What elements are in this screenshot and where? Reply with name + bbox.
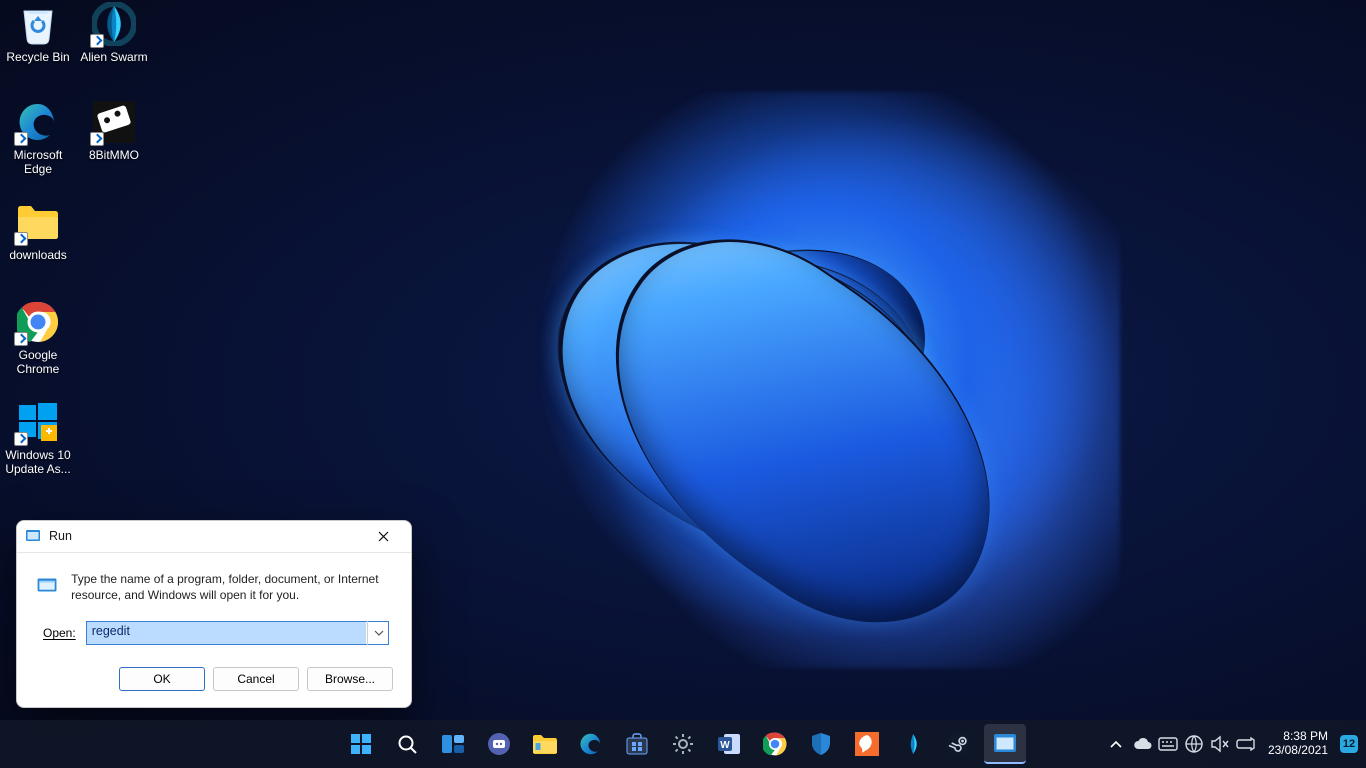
run-description: Type the name of a program, folder, docu…: [71, 571, 389, 603]
cancel-button[interactable]: Cancel: [213, 667, 299, 691]
chat-button[interactable]: [478, 724, 520, 764]
input-indicator-icon[interactable]: [1158, 734, 1178, 754]
run-app-button[interactable]: [984, 724, 1026, 764]
chevron-down-icon: [374, 630, 384, 636]
microsoft-store-button[interactable]: [616, 724, 658, 764]
clock-date: 23/08/2021: [1268, 744, 1328, 758]
run-body-icon: [37, 571, 57, 599]
settings-button[interactable]: [662, 724, 704, 764]
desktop-icon-label: downloads: [9, 248, 66, 262]
chevron-up-icon: [1110, 740, 1122, 748]
keyboard-icon: [1158, 737, 1178, 751]
steam-button[interactable]: [938, 724, 980, 764]
desktop-icon-label: Alien Swarm: [80, 50, 147, 64]
steam-icon: [947, 732, 971, 756]
chrome-icon: [763, 732, 787, 756]
close-icon: [378, 531, 389, 542]
word-icon: W: [717, 732, 741, 756]
task-view-icon: [441, 734, 465, 754]
power-tray-icon[interactable]: [1236, 734, 1256, 754]
onedrive-tray-icon[interactable]: [1132, 734, 1152, 754]
tray-overflow-button[interactable]: [1106, 734, 1126, 754]
taskbar-clock[interactable]: 8:38 PM 23/08/2021: [1268, 730, 1328, 758]
shortcut-overlay-icon: [90, 34, 104, 48]
run-dialog: Run Type the name of a program, folder, …: [16, 520, 412, 708]
shortcut-overlay-icon: [14, 332, 28, 346]
cloud-icon: [1132, 737, 1152, 751]
windows-logo-icon: [350, 733, 372, 755]
file-explorer-button[interactable]: [524, 724, 566, 764]
combobox-dropdown-button[interactable]: [367, 621, 389, 645]
desktop-icon-label: Google Chrome: [17, 348, 60, 376]
ok-button[interactable]: OK: [119, 667, 205, 691]
desktop-icon-microsoft-edge[interactable]: Microsoft Edge: [0, 100, 76, 177]
network-tray-icon[interactable]: [1184, 734, 1204, 754]
desktop-icon-recycle-bin[interactable]: Recycle Bin: [0, 2, 76, 64]
desktop-icon-label: Windows 10 Update As...: [5, 448, 70, 476]
app-button[interactable]: [892, 724, 934, 764]
run-open-label: Open:: [43, 626, 76, 640]
app-icon: [902, 732, 924, 756]
svg-text:W: W: [720, 740, 730, 751]
run-open-value: regedit: [92, 624, 130, 638]
close-button[interactable]: [363, 521, 403, 551]
chrome-button[interactable]: [754, 724, 796, 764]
edge-button[interactable]: [570, 724, 612, 764]
store-icon: [625, 732, 649, 756]
shortcut-overlay-icon: [14, 232, 28, 246]
volume-tray-icon[interactable]: [1210, 734, 1230, 754]
desktop-icon-google-chrome[interactable]: Google Chrome: [0, 300, 76, 377]
gear-icon: [671, 732, 695, 756]
battery-icon: [1236, 736, 1256, 752]
network-icon: [1184, 734, 1204, 754]
shortcut-overlay-icon: [14, 432, 28, 446]
run-dialog-icon: [25, 528, 41, 544]
word-button[interactable]: W: [708, 724, 750, 764]
origin-button[interactable]: [846, 724, 888, 764]
volume-mute-icon: [1210, 735, 1230, 753]
taskbar: W: [0, 720, 1366, 768]
file-explorer-icon: [532, 733, 558, 755]
start-button[interactable]: [340, 724, 382, 764]
shortcut-overlay-icon: [90, 132, 104, 146]
browse-button[interactable]: Browse...: [307, 667, 393, 691]
desktop-icon-8bitmmo[interactable]: 8BitMMO: [76, 100, 152, 162]
run-icon: [993, 733, 1017, 753]
origin-icon: [855, 732, 879, 756]
run-open-combobox[interactable]: regedit: [86, 621, 389, 645]
taskbar-center: W: [340, 724, 1026, 764]
search-button[interactable]: [386, 724, 428, 764]
system-tray: 8:38 PM 23/08/2021 12: [1106, 730, 1366, 758]
desktop-icon-label: 8BitMMO: [89, 148, 139, 162]
shield-icon: [810, 732, 832, 756]
notification-badge[interactable]: 12: [1340, 735, 1358, 753]
shortcut-overlay-icon: [14, 132, 28, 146]
chat-icon: [487, 732, 511, 756]
windows-security-button[interactable]: [800, 724, 842, 764]
recycle-bin-icon: [18, 3, 58, 45]
search-icon: [396, 733, 418, 755]
desktop-icon-label: Recycle Bin: [6, 50, 69, 64]
desktop-icon-downloads[interactable]: downloads: [0, 200, 76, 262]
run-titlebar[interactable]: Run: [17, 521, 411, 553]
desktop-icon-alien-swarm[interactable]: Alien Swarm: [76, 2, 152, 64]
clock-time: 8:38 PM: [1283, 730, 1328, 744]
desktop-icon-label: Microsoft Edge: [14, 148, 63, 176]
task-view-button[interactable]: [432, 724, 474, 764]
edge-icon: [579, 732, 603, 756]
desktop-icon-win10-update-assistant[interactable]: Windows 10 Update As...: [0, 400, 76, 477]
run-title-text: Run: [49, 529, 72, 543]
